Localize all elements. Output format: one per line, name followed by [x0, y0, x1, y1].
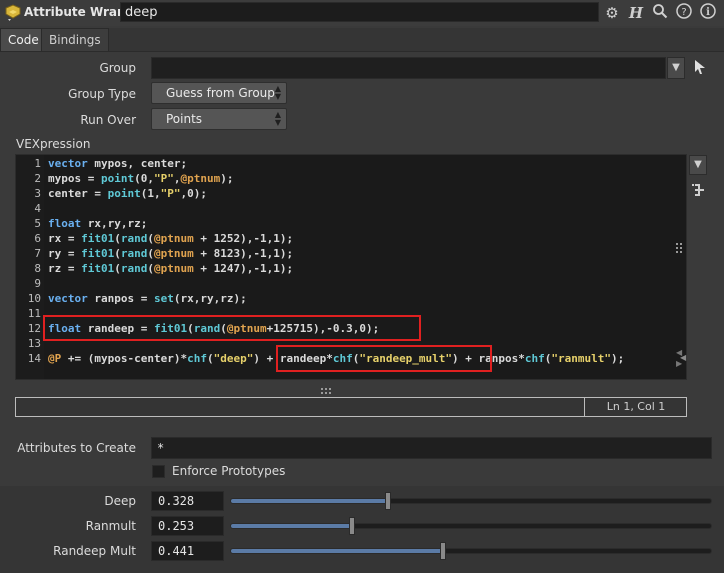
run-over-label: Run Over — [80, 113, 136, 127]
node-name-field[interactable]: deep — [120, 2, 599, 22]
code-line[interactable]: vector ranpos = set(rx,ry,rz); — [48, 292, 247, 305]
slider-handle[interactable] — [385, 492, 392, 510]
run-over-menu[interactable]: Points ▲ ▼ — [151, 108, 287, 130]
group-type-value: Guess from Group — [166, 86, 275, 100]
help-h-icon[interactable]: H — [626, 3, 646, 23]
slider-label: Randeep Mult — [53, 544, 136, 558]
attributes-to-create-label: Attributes to Create — [17, 441, 136, 455]
line-number: 12 — [27, 322, 41, 335]
run-over-value: Points — [166, 112, 203, 126]
group-type-label: Group Type — [68, 87, 136, 101]
editor-status-bar: Ln 1, Col 1 — [15, 397, 687, 417]
tab-bindings[interactable]: Bindings — [41, 28, 109, 51]
horizontal-resize-grip-icon[interactable] — [321, 385, 333, 394]
code-line[interactable]: center = point(1,"P",0); — [48, 187, 207, 200]
enforce-prototypes-label: Enforce Prototypes — [172, 464, 286, 478]
gear-icon[interactable]: ⚙ — [602, 3, 622, 23]
code-editor[interactable]: 1 2 3 4 5 6 7 8 9 10 11 12 13 14 vector mypos, center;… — [15, 154, 687, 380]
line-number: 11 — [27, 307, 41, 320]
code-line[interactable]: ry = fit01(rand(@ptnum + 8123),-1,1); — [48, 247, 293, 260]
horizontal-scrollbar[interactable]: ◀ — [46, 352, 686, 364]
vexpression-label: VEXpression — [16, 137, 91, 151]
slider-handle[interactable] — [348, 517, 355, 535]
svg-text:?: ? — [681, 7, 686, 18]
slider-handle[interactable] — [439, 542, 446, 560]
status-divider — [584, 398, 585, 416]
info-icon[interactable]: i — [698, 3, 718, 23]
slider-track[interactable] — [230, 523, 712, 529]
search-icon[interactable] — [650, 3, 670, 23]
vertical-resize-grip-icon[interactable] — [676, 243, 684, 255]
highlight-box-randeep-line — [43, 315, 421, 341]
slider-label: Deep — [104, 494, 136, 508]
node-header: Attribute Wrangle deep ⚙ H ? i — [0, 0, 724, 26]
wrangle-node-icon[interactable] — [4, 4, 22, 22]
slider-track[interactable] — [230, 498, 712, 504]
line-number: 4 — [34, 202, 41, 215]
line-number: 6 — [34, 232, 41, 245]
slider-value-field[interactable]: 0.441 — [151, 541, 224, 561]
code-line[interactable]: vector mypos, center; — [48, 157, 187, 170]
slider-fill — [231, 549, 443, 553]
code-line[interactable]: float rx,ry,rz; — [48, 217, 147, 230]
enforce-prototypes-checkbox[interactable] — [152, 465, 165, 478]
line-number: 1 — [34, 157, 41, 170]
svg-text:i: i — [706, 7, 710, 18]
line-number: 9 — [34, 277, 41, 290]
cursor-position: Ln 1, Col 1 — [606, 400, 666, 413]
line-number: 13 — [27, 337, 41, 350]
slider-fill — [231, 499, 389, 503]
line-number: 2 — [34, 172, 41, 185]
line-number: 10 — [27, 292, 41, 305]
line-number: 14 — [27, 352, 41, 365]
slider-track[interactable] — [230, 548, 712, 554]
updown-arrows-icon: ▲ ▼ — [274, 84, 282, 101]
slider-value-field[interactable]: 0.328 — [151, 491, 224, 511]
attributes-to-create-field[interactable]: * — [151, 437, 712, 459]
line-number: 3 — [34, 187, 41, 200]
slider-label: Ranmult — [85, 519, 136, 533]
code-line[interactable]: rx = fit01(rand(@ptnum + 1252),-1,1); — [48, 232, 293, 245]
add-spare-parm-icon[interactable] — [691, 182, 707, 198]
group-type-menu[interactable]: Guess from Group ▲ ▼ — [151, 82, 287, 104]
updown-arrows-icon: ▲ ▼ — [274, 110, 282, 127]
scroll-right-icon[interactable]: ◀ — [676, 348, 682, 357]
tab-code[interactable]: Code — [0, 28, 47, 51]
select-arrow-icon[interactable] — [693, 59, 707, 75]
editor-menu-button[interactable]: ▼ — [689, 155, 707, 175]
line-number: 7 — [34, 247, 41, 260]
help-icon[interactable]: ? — [674, 3, 694, 23]
slider-value-field[interactable]: 0.253 — [151, 516, 224, 536]
tab-bar: Code Bindings — [0, 28, 724, 52]
line-number: 8 — [34, 262, 41, 275]
code-line[interactable]: mypos = point(0,"P",@ptnum); — [48, 172, 233, 185]
code-line[interactable]: rz = fit01(rand(@ptnum + 1247),-1,1); — [48, 262, 293, 275]
scroll-right-icon[interactable]: ▶ — [676, 359, 682, 368]
slider-fill — [231, 524, 353, 528]
group-dropdown-button[interactable]: ▼ — [667, 57, 685, 79]
group-label: Group — [99, 61, 136, 75]
group-field[interactable] — [151, 57, 666, 79]
line-number: 5 — [34, 217, 41, 230]
